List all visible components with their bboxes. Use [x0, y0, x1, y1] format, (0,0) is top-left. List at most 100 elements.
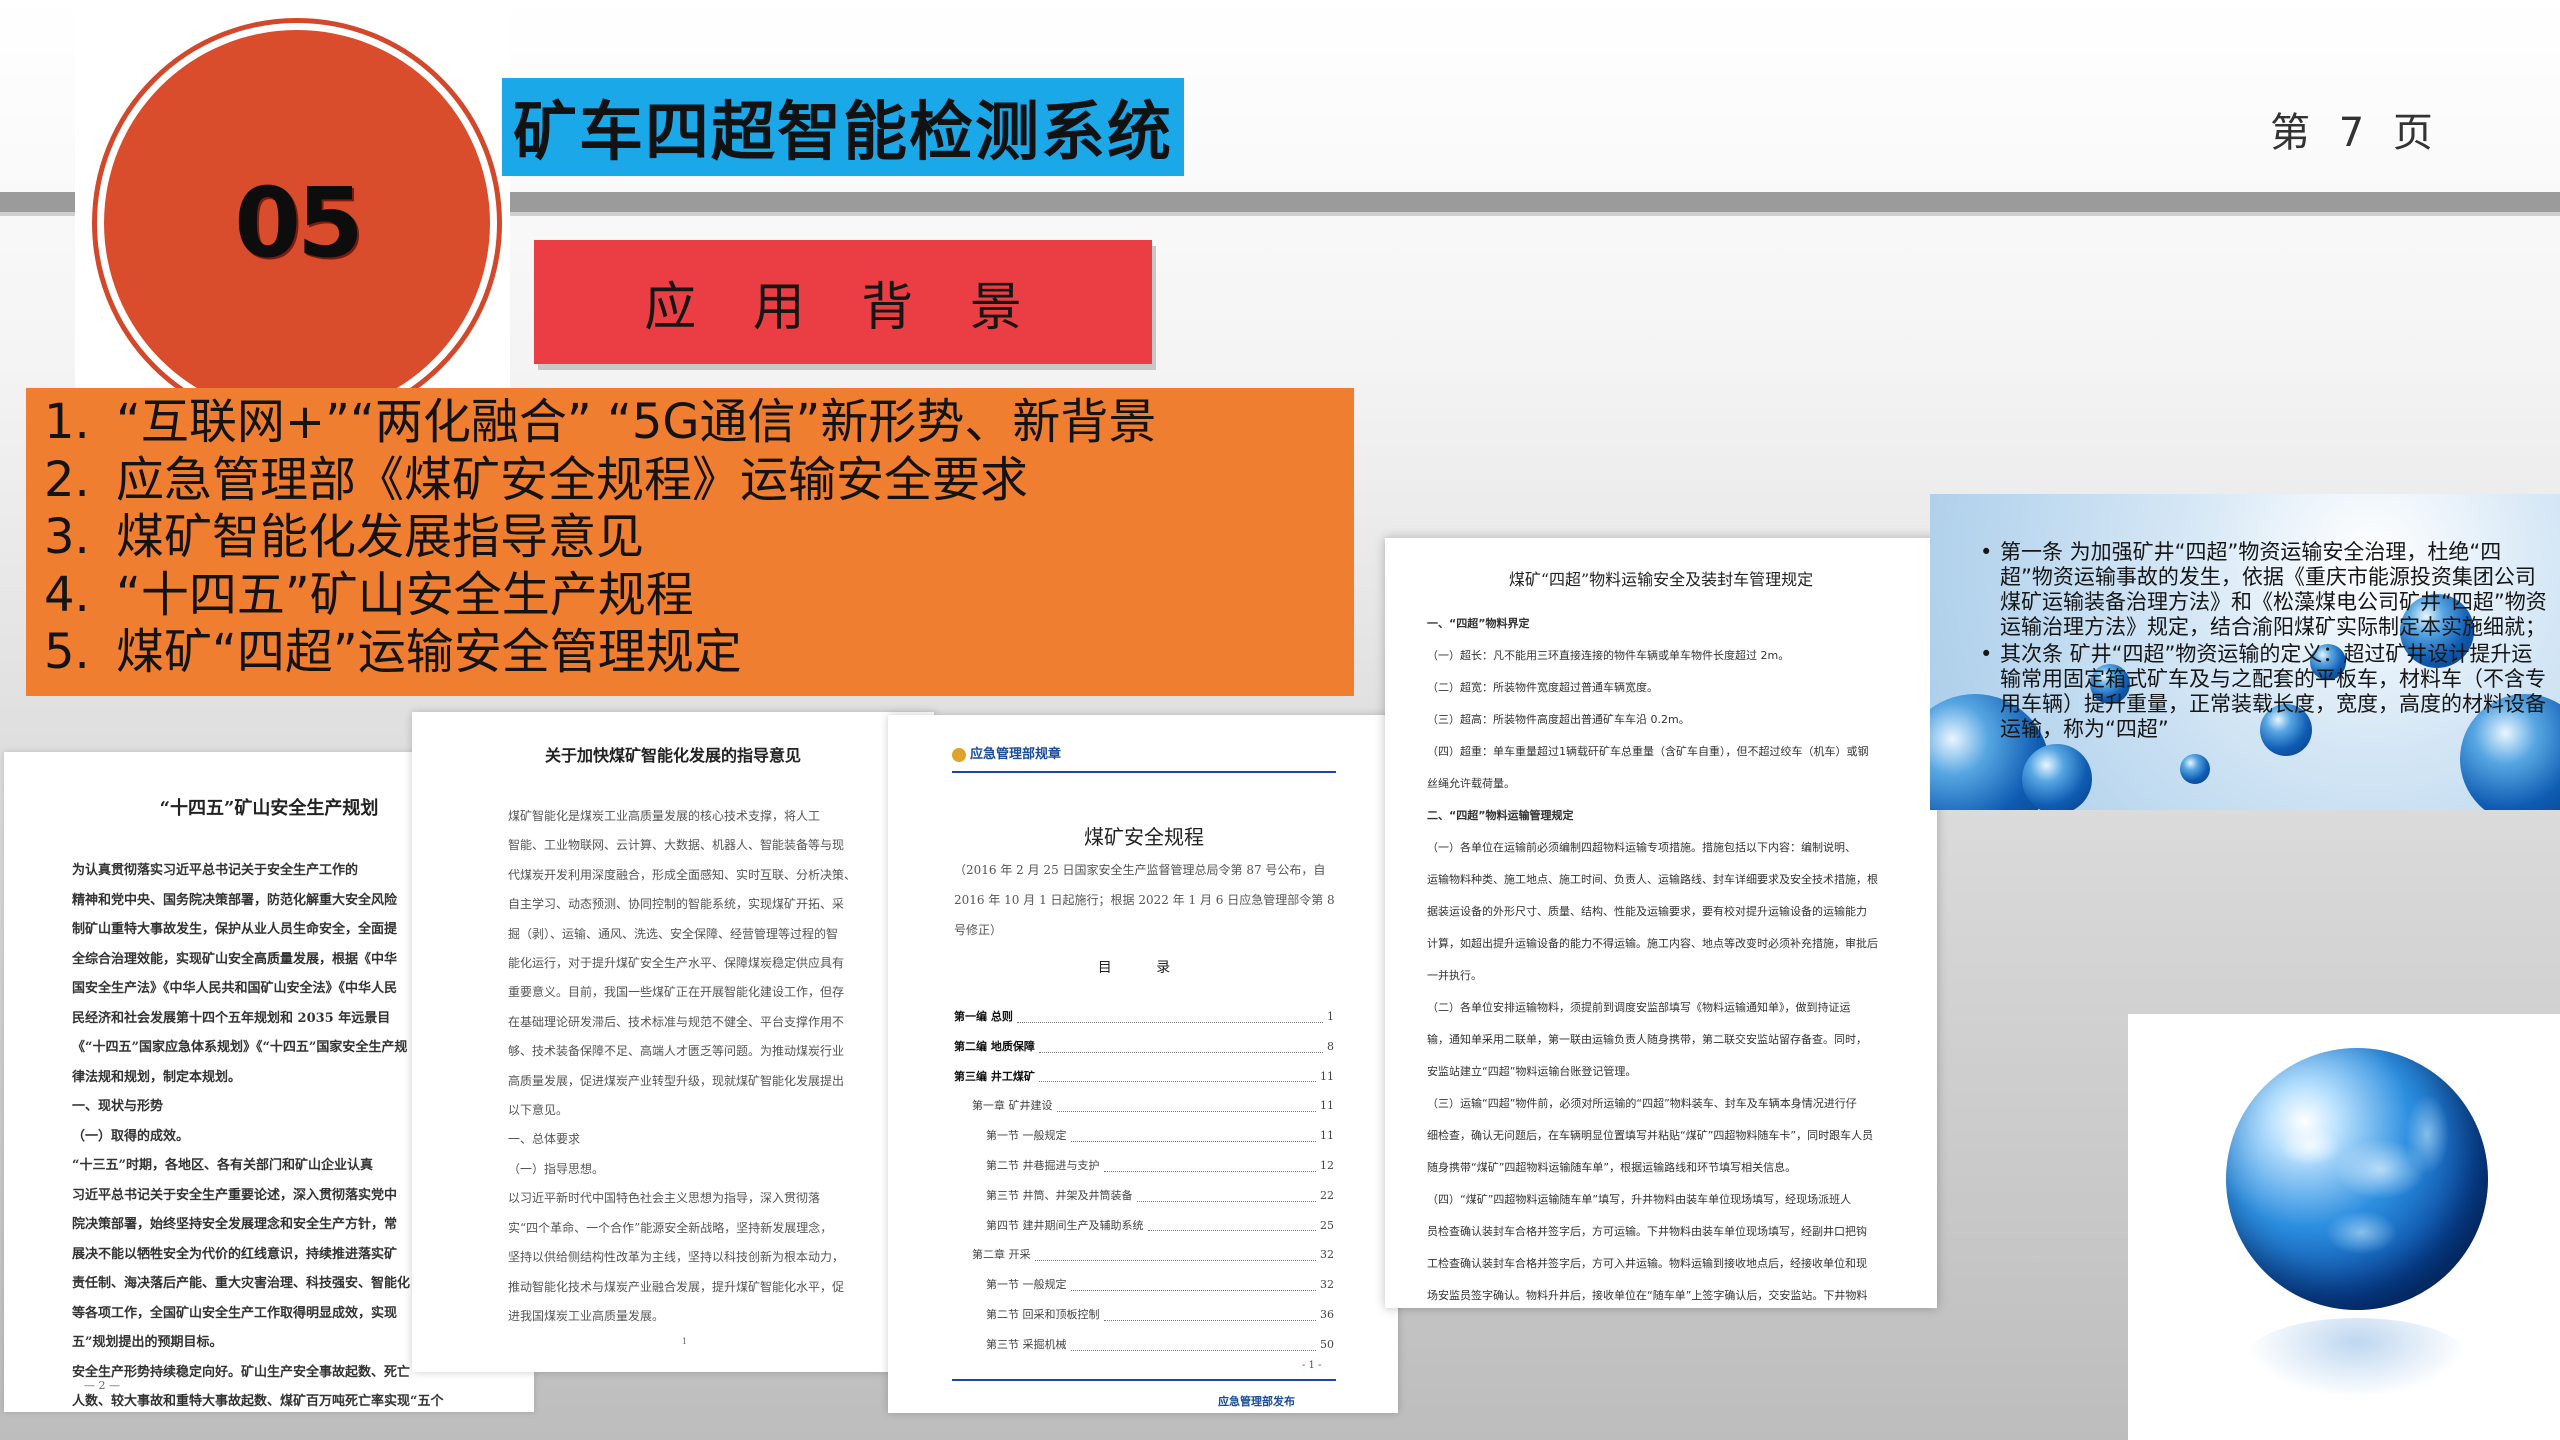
toc-leader	[1136, 1181, 1316, 1202]
regulation-header: 应急管理部规章	[952, 743, 1061, 762]
document-title: 煤矿安全规程	[1084, 825, 1204, 849]
toc-leader	[1103, 1300, 1316, 1321]
document-line: 自主学习、动态预测、协同控制的智能系统，实现煤矿开拓、采	[508, 897, 845, 912]
toc-leader	[1070, 1330, 1316, 1351]
toc-row[interactable]: 第一节 一般规定 11	[954, 1121, 1334, 1151]
toc-title: 目 录	[1097, 960, 1191, 976]
list-item: 1. “互联网+”“两化融合” “5G通信”新形势、新背景	[44, 394, 1157, 450]
page-footer: — 2 —	[84, 1379, 120, 1392]
toc-page: 36	[1320, 1307, 1334, 1321]
page-mark: - 1 -	[1302, 1360, 1322, 1371]
toc-leader	[1038, 1062, 1316, 1083]
page-footer: 1	[682, 1337, 688, 1346]
document-line: 代煤炭开发利用深度融合，形成全面感知、实时互联、分析决策、	[508, 867, 857, 882]
document-line: 计算，如超出提升运输设备的能力不得运输。施工内容、地点等改变时必须补充措施，审批…	[1427, 937, 1878, 950]
page-indicator: 第 7 页	[2270, 110, 2441, 156]
rules-text: 第一条 为加强矿井“四超”物资运输安全治理，杜绝“四超”物资运输事故的发生，依据…	[1980, 540, 2550, 742]
document-title: 关于加快煤矿智能化发展的指导意见	[544, 746, 801, 765]
toc-entry: 第二编 地质保障	[954, 1039, 1035, 1053]
document-line: 输，通知单采用二联单，第一联由运输负责人随身携带，第二联交安监站留存备查。同时，	[1427, 1033, 1867, 1046]
toc-entry: 第一编 总则	[954, 1010, 1013, 1023]
list-item: 2. 应急管理部《煤矿安全规程》运输安全要求	[44, 451, 1029, 508]
divider	[952, 771, 1336, 773]
document-line: （二）各单位安排运输物料，须提前到调度安监部填写《物料运输通知单》，做到持证运	[1427, 1001, 1851, 1014]
toc-leader	[1056, 1091, 1316, 1113]
toc-row[interactable]: 第三编 井工煤矿 11	[954, 1062, 1334, 1092]
document-line: 二、“四超”物料运输管理规定	[1427, 809, 1574, 822]
toc-leader	[1070, 1270, 1316, 1291]
document-line: 推动智能化技术与煤炭产业融合发展，提升煤矿智能化水平，促	[508, 1279, 845, 1294]
toc-entry: 第一节 一般规定	[986, 1278, 1067, 1292]
document-line: 运输物料种类、施工地点、施工时间、负责人、运输路线、封车详细要求及安全技术措施，…	[1427, 873, 1878, 886]
toc-page: 1	[1327, 1010, 1334, 1023]
document-line: 场安监员签字确认。物料升井后，接收单位在“随车单”上签字确认后，交安监站。下井物…	[1427, 1289, 1868, 1302]
document-line: 一、“四超”物料界定	[1427, 617, 1530, 630]
document-line: 掘（剥）、运输、通风、洗选、安全保障、经营管理等过程的智	[508, 926, 839, 941]
toc-row[interactable]: 第二节 井巷掘进与支护 12	[954, 1151, 1334, 1181]
slide-title: 矿车四超智能检测系统	[502, 78, 1184, 176]
toc-row[interactable]: 第二章 开采 32	[954, 1240, 1334, 1270]
document-opinion[interactable]: 关于加快煤矿智能化发展的指导意见 煤矿智能化是煤炭工业高质量发展的核心技术支撑，…	[412, 712, 934, 1372]
toc-page: 32	[1320, 1248, 1334, 1262]
toc-leader	[1147, 1211, 1316, 1232]
toc-leader	[1070, 1121, 1316, 1142]
document-line: 据装运设备的外形尺寸、质量、结构、性能及运输要求，要有校对提升运输设备的运输能力	[1427, 905, 1867, 918]
document-line: （四）超重：单车重量超过1辆载矸矿车总重量（含矿车自重），但不超过绞车（机车）或…	[1427, 745, 1869, 758]
document-regulation[interactable]: 应急管理部规章 煤矿安全规程 （2016 年 2 月 25 日国家安全生产监督管…	[888, 715, 1398, 1413]
document-line: 重要意义。目前，我国一些煤矿正在开展智能化建设工作，但存	[508, 985, 845, 1000]
bubble-decoration	[2022, 744, 2092, 810]
toc-entry: 第三节 采掘机械	[986, 1337, 1067, 1351]
toc-row[interactable]: 第二节 回采和顶板控制 36	[954, 1300, 1334, 1330]
globe-reflection	[2246, 1318, 2468, 1398]
toc-page: 11	[1320, 1129, 1334, 1143]
toc-page: 11	[1320, 1099, 1334, 1113]
toc-leader	[1016, 1002, 1323, 1023]
document-line: （四）“煤矿”四超物料运输随车单”填写，升井物料由装车单位现场填写，经现场派班人	[1427, 1193, 1852, 1206]
document-line: 一、总体要求	[508, 1132, 581, 1147]
toc-row[interactable]: 第一编 总则 1	[954, 1002, 1334, 1032]
toc-page: 50	[1320, 1337, 1334, 1351]
section-label-button[interactable]: 应 用 背 景	[534, 240, 1152, 364]
toc-row[interactable]: 第四节 建井期间生产及辅助系统 25	[954, 1211, 1334, 1241]
document-line: （三）超高：所装物件高度超出普通矿车车沿 0.2m。	[1427, 713, 1690, 726]
document-line: 智能、工业物联网、云计算、大数据、机器人、智能装备等与现	[508, 838, 845, 853]
toc-page: 11	[1320, 1069, 1334, 1083]
toc-leader	[1034, 1240, 1316, 1262]
document-line: 员检查确认装封车合格并签字后，方可运输。下井物料由装车单位现场填写，经副井口把钩	[1427, 1225, 1867, 1238]
globe-continents	[2240, 1064, 2474, 1298]
document-line: 高质量发展，促进煤炭产业转型升级，现就煤矿智能化发展提出	[508, 1073, 845, 1088]
document-line: （一）超长：凡不能用三环直接连接的物件车辆或单车物件长度超过 2m。	[1427, 649, 1790, 662]
toc-page: 32	[1320, 1278, 1334, 1292]
emblem-icon	[952, 747, 966, 762]
toc-row[interactable]: 第一节 一般规定 32	[954, 1270, 1334, 1300]
document-line: （一）各单位在运输前必须编制四超物料运输专项措施。措施包括以下内容：编制说明、	[1427, 841, 1856, 854]
list-item: 4. “十四五”矿山安全生产规程	[44, 566, 694, 623]
toc-leader	[1103, 1151, 1316, 1172]
toc-entry: 第四节 建井期间生产及辅助系统	[986, 1218, 1144, 1232]
document-line: 进我国煤炭工业高质量发展。	[508, 1308, 665, 1323]
bubble-decoration	[2180, 754, 2210, 784]
toc-entry: 第二节 回采和顶板控制	[986, 1307, 1100, 1321]
toc-entry: 第一章 矿井建设	[972, 1099, 1053, 1113]
document-line: 以下意见。	[508, 1103, 569, 1118]
table-of-contents: 第一编 总则 1 第二编 地质保障 8 第三编 井工煤矿 11 第一章 矿井建设 11 第一节 …	[954, 1002, 1334, 1360]
rule-paragraph: 第一条 为加强矿井“四超”物资运输安全治理，杜绝“四超”物资运输事故的发生，依据…	[1980, 540, 2550, 640]
document-line: 能化运行，对于提升煤矿安全生产水平、保障煤炭稳定供应具有	[508, 956, 845, 971]
document-line: 工检查确认装封车合格并签字后，方可入井运输。物料运输到接收地点后，经接收单位和现	[1427, 1257, 1867, 1270]
toc-row[interactable]: 第二编 地质保障 8	[954, 1032, 1334, 1062]
toc-row[interactable]: 第三节 井筒、井架及井筒装备 22	[954, 1181, 1334, 1211]
document-line: （一）指导思想。	[508, 1161, 605, 1176]
document-line: 够、技术装备保障不足、高端人才匮乏等问题。为推动煤炭行业	[508, 1044, 845, 1059]
document-body: 一、“四超”物料界定 （一）超长：凡不能用三环直接连接的物件车辆或单车物件长度超过…	[1385, 590, 1937, 1308]
toc-row[interactable]: 第三节 采掘机械 50	[954, 1330, 1334, 1360]
document-note: （2016 年 2 月 25 日国家安全生产监督管理总局令第 87 号公布，自 …	[954, 863, 1335, 937]
document-line: 坚持以供给侧结构性改革为主线，坚持以科技创新为根本动力，	[508, 1250, 845, 1265]
toc-page: 25	[1320, 1218, 1334, 1232]
toc-row[interactable]: 第一章 矿井建设 11	[954, 1091, 1334, 1121]
document-body: 煤矿智能化是煤炭工业高质量发展的核心技术支撑，将人工 智能、工业物联网、云计算、大…	[412, 766, 934, 1331]
divider	[952, 1379, 1336, 1381]
background-list: 1. “互联网+”“两化融合” “5G通信”新形势、新背景 2. 应急管理部《煤矿安…	[26, 388, 1354, 696]
document-management[interactable]: 煤矿“四超”物料运输安全及装封车管理规定 一、“四超”物料界定 （一）超长：凡不能…	[1385, 538, 1937, 1308]
toc-entry: 第二章 开采	[972, 1248, 1031, 1262]
document-line: （二）超宽：所装物件宽度超过普通车辆宽度。	[1427, 681, 1658, 694]
